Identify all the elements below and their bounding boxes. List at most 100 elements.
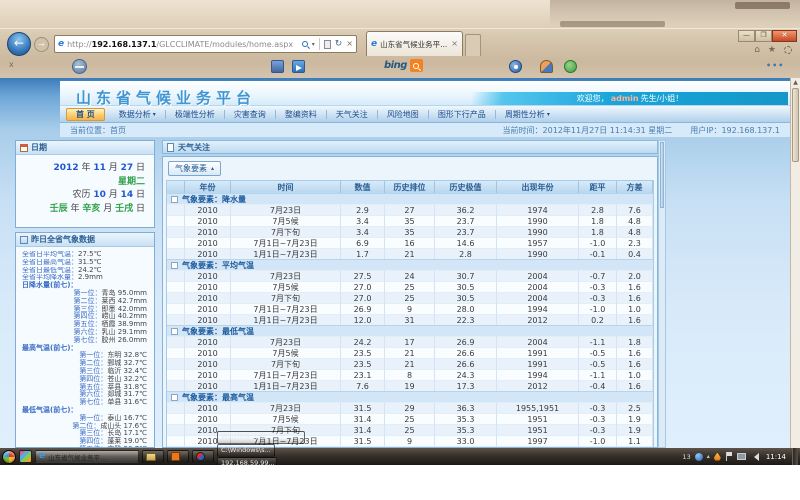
taskbar-window-1[interactable]: Win2008 (VS2... bbox=[217, 431, 305, 444]
table-group-row[interactable]: 气象要素：降水量 bbox=[167, 193, 653, 204]
table-row[interactable]: 20101月1日~7月23日12.03122.320120.21.6 bbox=[167, 314, 653, 325]
browser-scrollbar[interactable]: ▲ bbox=[790, 78, 800, 448]
address-dropdown-icon[interactable]: ▾ bbox=[312, 41, 315, 48]
weather-watch-title: 天气关注 bbox=[178, 142, 210, 153]
table-row[interactable]: 20107月5候3.43523.719901.84.8 bbox=[167, 215, 653, 226]
tools-gear-icon[interactable] bbox=[784, 46, 792, 54]
refresh-icon[interactable]: ↻ bbox=[335, 40, 343, 49]
minimize-button[interactable]: — bbox=[738, 30, 755, 42]
more-addons-icon[interactable]: ••• bbox=[766, 61, 784, 70]
table-group-row[interactable]: 气象要素：最高气温 bbox=[167, 391, 653, 402]
nav-item-7[interactable]: 风险地图 bbox=[378, 108, 428, 121]
nav-item-1[interactable]: 首 页 bbox=[66, 108, 105, 121]
taskbar-folder-button[interactable] bbox=[142, 450, 164, 463]
taskbar-orange-app-button[interactable] bbox=[167, 450, 189, 463]
start-button[interactable] bbox=[2, 450, 16, 464]
nav-item-5[interactable]: 整编资料 bbox=[276, 108, 326, 121]
table-header-row: 年份时间数值历史排位历史极值出现年份距平方差 bbox=[167, 181, 653, 193]
tab-close-icon[interactable]: × bbox=[451, 40, 458, 48]
address-bar[interactable]: e http://192.168.137.1/GLCCLIMATE/module… bbox=[54, 35, 357, 53]
group-collapse-checkbox[interactable] bbox=[171, 196, 178, 203]
taskbar-window-2[interactable]: C:\Windows\s... bbox=[217, 444, 275, 457]
system-tray: 13 ▴ 11:14 bbox=[683, 452, 789, 461]
table-cell: 2010 bbox=[185, 281, 231, 292]
action-center-flag-icon[interactable] bbox=[725, 452, 733, 461]
panel-scrollbar[interactable] bbox=[658, 140, 666, 448]
table-row[interactable]: 20101月1日~7月23日1.7212.81990-0.10.4 bbox=[167, 248, 653, 259]
speaker-icon[interactable] bbox=[750, 453, 759, 461]
addon-globe-icon[interactable] bbox=[564, 60, 577, 73]
home-icon[interactable]: ⌂ bbox=[754, 46, 760, 55]
table-row[interactable]: 20107月1日~7月23日23.1824.31994-1.11.0 bbox=[167, 369, 653, 380]
group-collapse-checkbox[interactable] bbox=[171, 328, 178, 335]
stat-label: 全省日最低气温： bbox=[22, 267, 78, 275]
table-row[interactable]: 20107月下旬23.52126.61991-0.51.6 bbox=[167, 358, 653, 369]
group-collapse-checkbox[interactable] bbox=[171, 262, 178, 269]
stop-icon[interactable]: × bbox=[346, 40, 353, 48]
table-row[interactable]: 20107月下旬3.43523.719901.84.8 bbox=[167, 226, 653, 237]
taskbar-app-icon[interactable] bbox=[19, 450, 32, 463]
tray-globe-icon[interactable] bbox=[695, 453, 703, 461]
search-icon[interactable] bbox=[302, 41, 308, 47]
bing-toolbar[interactable]: bing bbox=[384, 59, 423, 72]
table-row[interactable]: 20107月5候31.42535.31951-0.31.9 bbox=[167, 413, 653, 424]
addon-send-icon[interactable] bbox=[292, 60, 305, 73]
tab-title[interactable]: 山东省气候业务平... bbox=[380, 39, 448, 50]
table-row[interactable]: 20101月1日~7月23日7.61917.32012-0.41.6 bbox=[167, 380, 653, 391]
table-row[interactable]: 20107月23日31.52936.31955,1951-0.32.5 bbox=[167, 402, 653, 413]
nav-item-9[interactable]: 周期性分析▾ bbox=[496, 108, 559, 121]
nav-item-3[interactable]: 极端性分析 bbox=[166, 108, 224, 121]
table-row[interactable]: 20107月23日2.92736.219742.87.6 bbox=[167, 204, 653, 215]
table-cell bbox=[167, 237, 185, 248]
tray-flame-icon[interactable] bbox=[714, 453, 721, 461]
addon-icon-1[interactable] bbox=[271, 60, 284, 73]
table-row[interactable]: 20107月23日24.21726.92004-1.11.8 bbox=[167, 336, 653, 347]
table-row[interactable]: 20107月5候23.52126.61991-0.51.6 bbox=[167, 347, 653, 358]
table-row[interactable]: 20107月5候27.02530.52004-0.31.6 bbox=[167, 281, 653, 292]
panel-scrollbar-thumb[interactable] bbox=[660, 142, 664, 208]
table-group-row[interactable]: 气象要素：最低气温 bbox=[167, 325, 653, 336]
back-button[interactable]: ← bbox=[7, 32, 31, 56]
table-cell bbox=[167, 292, 185, 303]
table-row[interactable]: 20107月23日27.52430.72004-0.72.0 bbox=[167, 270, 653, 281]
taskbar-window-ie[interactable]: e 山东省气候业务平... bbox=[35, 450, 139, 463]
table-cell: 25 bbox=[385, 413, 435, 424]
table-row[interactable]: 20107月1日~7月23日26.9928.01994-1.01.0 bbox=[167, 303, 653, 314]
nav-item-2[interactable]: 数据分析▾ bbox=[110, 108, 165, 121]
calendar-text: 14 bbox=[121, 190, 134, 200]
table-row[interactable]: 20107月1日~7月23日6.91614.61957-1.02.3 bbox=[167, 237, 653, 248]
favorites-star-icon[interactable]: ★ bbox=[768, 46, 776, 55]
addon-camera-icon[interactable] bbox=[509, 60, 522, 73]
table-cell: 23.5 bbox=[341, 358, 385, 369]
addon-circle-icon[interactable] bbox=[72, 59, 87, 74]
browser-scrollbar-thumb[interactable] bbox=[792, 88, 799, 162]
maximize-button[interactable]: ❐ bbox=[755, 30, 772, 42]
group-collapse-checkbox[interactable] bbox=[171, 394, 178, 401]
table-cell: -0.4 bbox=[579, 380, 617, 391]
element-filter-button[interactable]: 气象要素▴ bbox=[168, 161, 221, 176]
new-tab-button[interactable] bbox=[465, 34, 481, 56]
table-cell: 1990 bbox=[497, 215, 579, 226]
compatibility-view-icon[interactable] bbox=[324, 40, 331, 49]
table-group-row[interactable]: 气象要素：平均气温 bbox=[167, 259, 653, 270]
close-button[interactable]: ✕ bbox=[772, 30, 797, 42]
taskbar-clock[interactable]: 11:14 bbox=[766, 453, 786, 461]
tray-show-hidden-icon[interactable]: ▴ bbox=[707, 453, 710, 460]
forward-button[interactable]: → bbox=[34, 37, 49, 52]
show-desktop-button[interactable] bbox=[792, 448, 798, 465]
table-row[interactable]: 20107月下旬27.02530.52004-0.31.6 bbox=[167, 292, 653, 303]
bing-search-icon[interactable] bbox=[410, 59, 423, 72]
orange-app-icon bbox=[171, 452, 180, 461]
table-cell: 1994 bbox=[497, 303, 579, 314]
scroll-up-icon[interactable]: ▲ bbox=[791, 78, 800, 88]
close-toolbar-icon[interactable]: x bbox=[9, 60, 14, 69]
browser-tab[interactable]: e 山东省气候业务平... × bbox=[366, 31, 463, 56]
network-icon[interactable] bbox=[737, 453, 746, 460]
nav-item-8[interactable]: 图形下行产品 bbox=[429, 108, 495, 121]
nav-item-6[interactable]: 天气关注 bbox=[327, 108, 377, 121]
nav-item-4[interactable]: 灾害查询 bbox=[225, 108, 275, 121]
addon-person-icon[interactable] bbox=[540, 60, 553, 73]
taskbar-media-app-button[interactable] bbox=[192, 450, 214, 463]
url-text[interactable]: http://192.168.137.1/GLCCLIMATE/modules/… bbox=[67, 40, 299, 49]
bing-logo[interactable]: bing bbox=[384, 60, 407, 71]
